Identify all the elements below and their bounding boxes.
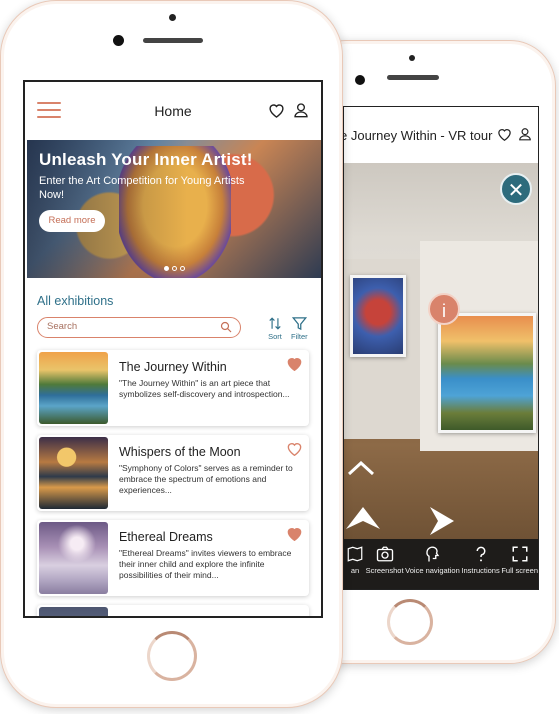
filter-label: Filter bbox=[291, 332, 308, 341]
vr-toolbar: an Screenshot Voice navigation Instructi… bbox=[344, 539, 538, 589]
heart-icon[interactable] bbox=[268, 102, 285, 118]
vr-title: e Journey Within - VR tour bbox=[343, 127, 493, 143]
search-placeholder: Search bbox=[47, 321, 78, 332]
earpiece-speaker bbox=[387, 75, 439, 80]
heart-filled-icon[interactable] bbox=[286, 526, 303, 541]
exhibition-thumbnail bbox=[39, 607, 108, 616]
home-screen: Home Unleash Your Inner Artist! Enter th… bbox=[23, 80, 323, 618]
fullscreen-icon bbox=[512, 546, 528, 562]
exhibition-description: "Ethereal Dreams" invites viewers to emb… bbox=[119, 548, 292, 580]
exhibition-thumbnail bbox=[39, 437, 108, 509]
exhibition-card-partial[interactable] bbox=[37, 605, 309, 616]
user-icon[interactable] bbox=[293, 102, 309, 118]
painting-river[interactable] bbox=[438, 313, 536, 433]
user-icon[interactable] bbox=[518, 127, 532, 141]
search-input[interactable]: Search bbox=[37, 317, 241, 338]
exhibition-thumbnail bbox=[39, 352, 108, 424]
sort-icon bbox=[269, 317, 281, 330]
arrow-up-small-icon[interactable] bbox=[348, 461, 374, 475]
map-icon bbox=[347, 546, 363, 562]
exhibition-card[interactable]: Ethereal Dreams "Ethereal Dreams" invite… bbox=[37, 520, 309, 596]
arrow-right-icon[interactable] bbox=[428, 507, 454, 535]
app-header: Home bbox=[25, 82, 321, 140]
toolbar-label: an bbox=[350, 566, 360, 575]
toolbar-label: Full screen bbox=[501, 566, 538, 575]
top-sensor bbox=[409, 55, 415, 61]
home-button-front[interactable] bbox=[147, 631, 197, 681]
close-button[interactable]: ✕ bbox=[500, 173, 532, 205]
filter-icon bbox=[291, 317, 307, 331]
hero-subtitle: Enter the Art Competition for Young Arti… bbox=[39, 175, 245, 201]
hero-banner[interactable]: Unleash Your Inner Artist! Enter the Art… bbox=[27, 140, 321, 278]
exhibition-card[interactable]: The Journey Within "The Journey Within" … bbox=[37, 350, 309, 426]
toolbar-instructions[interactable]: Instructions bbox=[461, 545, 500, 589]
sort-label: Sort bbox=[268, 332, 282, 341]
top-sensor bbox=[169, 14, 176, 21]
filter-button[interactable]: Filter bbox=[291, 316, 308, 341]
heart-icon[interactable] bbox=[497, 127, 512, 141]
front-camera bbox=[355, 75, 365, 85]
exhibition-card[interactable]: Whispers of the Moon "Symphony of Colors… bbox=[37, 435, 309, 511]
carousel-dot[interactable] bbox=[172, 266, 177, 271]
carousel-dot[interactable] bbox=[164, 266, 169, 271]
section-title: All exhibitions bbox=[37, 294, 114, 308]
toolbar-label: Instructions bbox=[461, 566, 500, 575]
toolbar-screenshot[interactable]: Screenshot bbox=[365, 545, 404, 589]
exhibition-title: Ethereal Dreams bbox=[119, 530, 213, 544]
home-button-back[interactable] bbox=[387, 599, 433, 645]
gallery-view[interactable] bbox=[344, 163, 538, 539]
exhibition-title: The Journey Within bbox=[119, 360, 227, 374]
toolbar-voice[interactable]: Voice navigation bbox=[405, 545, 460, 589]
toolbar-label: Screenshot bbox=[365, 566, 404, 575]
toolbar-map[interactable]: an bbox=[346, 545, 364, 589]
sort-button[interactable]: Sort bbox=[268, 316, 282, 341]
question-icon bbox=[476, 546, 485, 562]
exhibition-description: "The Journey Within" is an art piece tha… bbox=[119, 378, 290, 399]
search-icon bbox=[220, 321, 232, 333]
heart-filled-icon[interactable] bbox=[286, 356, 303, 371]
read-more-button[interactable]: Read more bbox=[39, 210, 105, 232]
earpiece-speaker bbox=[143, 38, 203, 43]
exhibition-description: "Symphony of Colors" serves as a reminde… bbox=[119, 463, 293, 495]
toolbar-fullscreen[interactable]: Full screen bbox=[501, 545, 538, 589]
carousel-dot[interactable] bbox=[180, 266, 185, 271]
vr-header: e Journey Within - VR tour bbox=[343, 107, 538, 163]
front-camera bbox=[113, 35, 124, 46]
carousel-dots bbox=[164, 266, 185, 271]
vr-tour-screen: e Journey Within - VR tour ✕ i an Screen… bbox=[343, 106, 539, 590]
exhibition-title: Whispers of the Moon bbox=[119, 445, 241, 459]
hero-title: Unleash Your Inner Artist! bbox=[39, 150, 253, 169]
camera-icon bbox=[376, 546, 393, 562]
toolbar-label: Voice navigation bbox=[405, 566, 460, 575]
painting-left[interactable] bbox=[350, 275, 406, 357]
info-hotspot[interactable]: i bbox=[428, 293, 460, 325]
arrow-up-large-icon[interactable] bbox=[346, 503, 380, 529]
voice-icon bbox=[426, 546, 440, 562]
exhibition-thumbnail bbox=[39, 522, 108, 594]
heart-outline-icon[interactable] bbox=[286, 441, 303, 456]
front-phone-frame: Home Unleash Your Inner Artist! Enter th… bbox=[0, 0, 343, 708]
